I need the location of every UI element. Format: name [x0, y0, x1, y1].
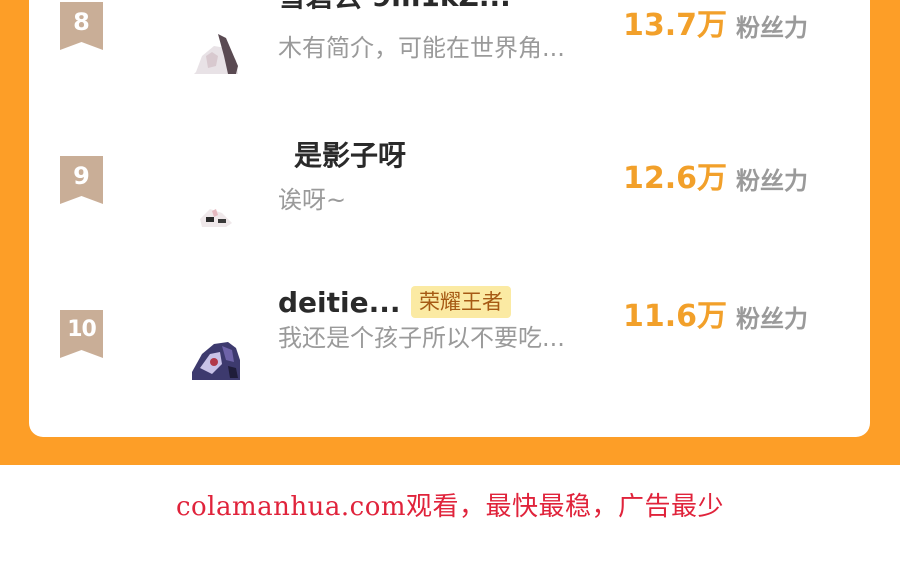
- fans-label: 粉丝力: [736, 305, 808, 333]
- user-name[interactable]: 是影子呀: [294, 139, 406, 173]
- ranking-row-10[interactable]: 10 deitie... 荣耀王者 我还是个孩子所以不要吃... 11.6万 粉…: [29, 286, 870, 436]
- fans-count: 12.6万: [623, 161, 728, 196]
- user-bio: 我还是个孩子所以不要吃...: [278, 324, 565, 352]
- avatar[interactable]: [192, 332, 240, 380]
- avatar-image-icon: [192, 26, 240, 74]
- user-name[interactable]: deitie...: [278, 286, 401, 320]
- rank-number: 8: [73, 8, 90, 36]
- user-bio: 诶呀~: [278, 186, 347, 214]
- level-badge: 荣耀王者: [411, 286, 511, 318]
- rank-badge: 9: [60, 156, 103, 204]
- fans-count: 11.6万: [623, 299, 728, 334]
- rank-badge: 10: [60, 310, 103, 358]
- rank-number: 9: [73, 162, 90, 190]
- rank-number: 10: [67, 317, 97, 342]
- ranking-row-8[interactable]: 8 雪碧云 9m1kZ... 木有简介，可能在世界角... 13.7万 粉丝力: [29, 0, 870, 130]
- rank-badge: 8: [60, 2, 103, 50]
- avatar-image-icon: [192, 179, 240, 227]
- ranking-row-9[interactable]: 9 是影子呀 诶呀~ 12.6万 粉丝力: [29, 133, 870, 283]
- user-name[interactable]: 雪碧云 9m1kZ...: [278, 0, 511, 14]
- footer-watermark: colamanhua.com观看，最快最稳，广告最少: [175, 492, 725, 522]
- fans-label: 粉丝力: [736, 14, 808, 42]
- avatar[interactable]: [192, 26, 240, 74]
- fans-count: 13.7万: [623, 8, 728, 43]
- avatar[interactable]: [192, 179, 240, 227]
- avatar-image-icon: [192, 332, 240, 380]
- fans-ranking-card: 8 雪碧云 9m1kZ... 木有简介，可能在世界角... 13.7万 粉丝力 …: [29, 0, 870, 437]
- user-bio: 木有简介，可能在世界角...: [278, 34, 565, 62]
- fans-label: 粉丝力: [736, 167, 808, 195]
